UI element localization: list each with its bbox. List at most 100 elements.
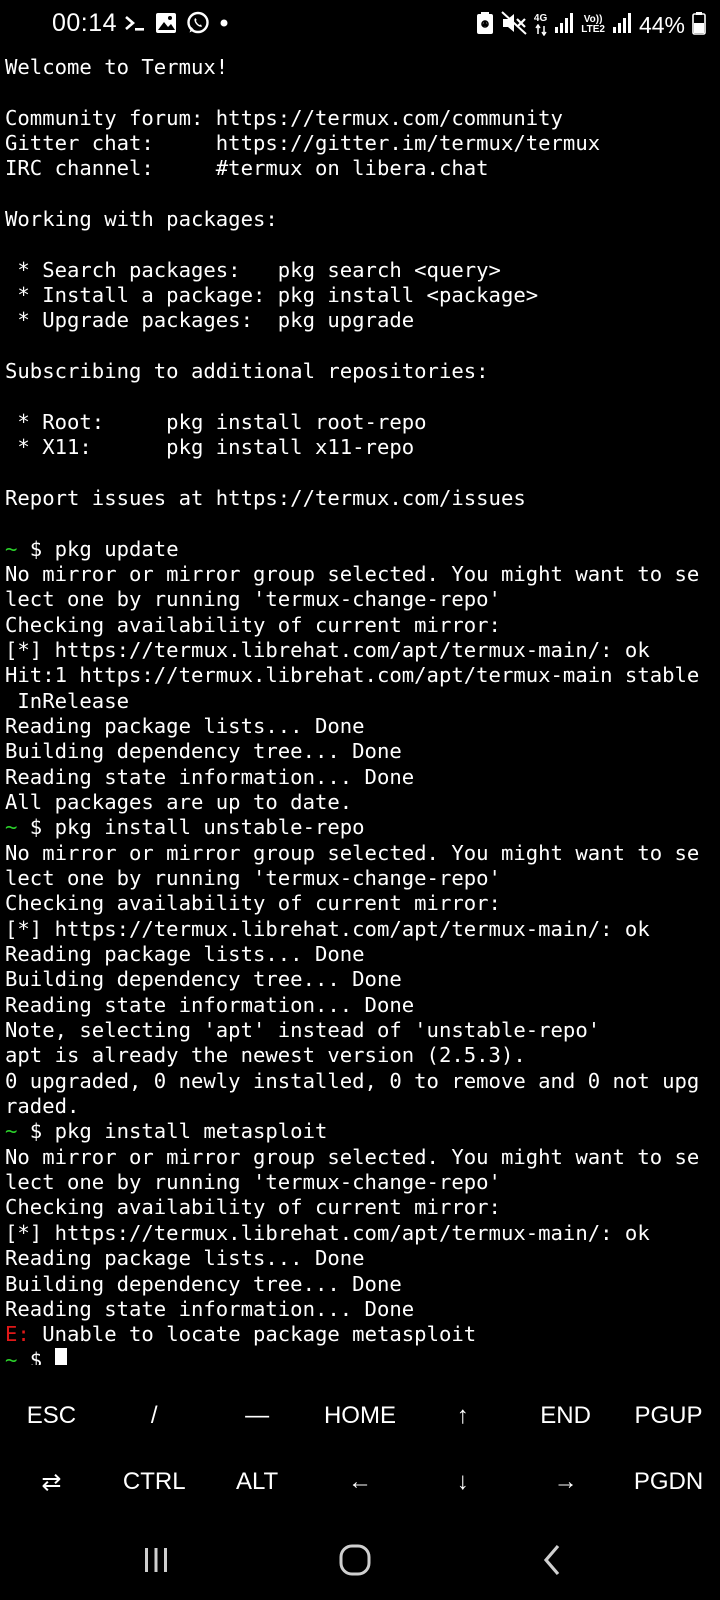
- home-icon[interactable]: [325, 1538, 385, 1582]
- back-icon[interactable]: [522, 1538, 582, 1582]
- recents-icon[interactable]: [126, 1538, 186, 1582]
- terminal-line: E: Unable to locate package metasploit: [5, 1322, 717, 1347]
- esc-key[interactable]: ESC: [0, 1383, 103, 1449]
- error-prefix: E:: [5, 1322, 30, 1347]
- terminal-line: 0 upgraded, 0 newly installed, 0 to remo…: [5, 1069, 717, 1094]
- terminal-line: Report issues at https://termux.com/issu…: [5, 486, 717, 511]
- terminal-line-text: lect one by running 'termux-change-repo': [5, 866, 501, 890]
- terminal-line-text: IRC channel: #termux on libera.chat: [5, 156, 489, 181]
- prompt-tilde: ~: [5, 536, 18, 561]
- terminal-line: Reading package lists... Done: [5, 942, 717, 967]
- terminal-line: * Root: pkg install root-repo: [5, 410, 717, 435]
- pgdn-key[interactable]: PGDN: [617, 1449, 720, 1515]
- battery-saver-icon: [476, 11, 494, 40]
- terminal-line-text: Community forum: https://termux.com/comm…: [5, 105, 563, 130]
- prompt-tilde: ~: [5, 1119, 18, 1144]
- terminal-line-text: Checking availability of current mirror:: [5, 891, 501, 916]
- terminal-line-text: Reading state information... Done: [5, 992, 415, 1017]
- dash-key[interactable]: —: [206, 1383, 309, 1449]
- terminal-line-text: Report issues at https://termux.com/issu…: [5, 485, 526, 510]
- terminal-line-text: Reading package lists... Done: [5, 942, 365, 967]
- ctrl-key[interactable]: CTRL: [103, 1449, 206, 1515]
- terminal-line-text: Note, selecting 'apt' instead of 'unstab…: [5, 1018, 601, 1043]
- terminal-line-text: Reading package lists... Done: [5, 1246, 365, 1271]
- terminal-line: Checking availability of current mirror:: [5, 1195, 717, 1220]
- pgup-key[interactable]: PGUP: [617, 1383, 720, 1449]
- terminal-line: raded.: [5, 1094, 717, 1119]
- system-status-icons: 4G Vo)) LTE2 44%: [476, 10, 706, 40]
- terminal-line-text: lect one by running 'termux-change-repo': [5, 1170, 501, 1195]
- terminal-line: apt is already the newest version (2.5.3…: [5, 1043, 717, 1068]
- terminal-line-text: Gitter chat: https://gitter.im/termux/te…: [5, 131, 601, 156]
- tab-key[interactable]: ⇄: [0, 1449, 103, 1515]
- terminal-line: Checking availability of current mirror:: [5, 891, 717, 916]
- terminal-line-text: Welcome to Termux!: [5, 55, 229, 79]
- terminal-line: Working with packages:: [5, 207, 717, 232]
- terminal-line-text: apt is already the newest version (2.5.3…: [5, 1043, 526, 1068]
- left-arrow-key[interactable]: ←: [309, 1449, 412, 1515]
- end-key[interactable]: END: [514, 1383, 617, 1449]
- terminal-line: Reading state information... Done: [5, 1297, 717, 1322]
- terminal-line: All packages are up to date.: [5, 790, 717, 815]
- terminal-line-text: [*] https://termux.librehat.com/apt/term…: [5, 637, 650, 662]
- status-time: 00:14: [52, 9, 118, 37]
- terminal-line: Reading state information... Done: [5, 993, 717, 1018]
- extra-keys-row-2: ⇄ CTRL ALT ← ↓ → PGDN: [0, 1449, 720, 1515]
- notification-icons: [124, 11, 229, 39]
- terminal-line-text: No mirror or mirror group selected. You …: [5, 561, 700, 586]
- terminal-line-text: No mirror or mirror group selected. You …: [5, 1144, 700, 1169]
- up-arrow-key[interactable]: ↑: [411, 1383, 514, 1449]
- terminal-line: lect one by running 'termux-change-repo': [5, 587, 717, 612]
- terminal-line: Reading package lists... Done: [5, 1246, 717, 1271]
- terminal-line-text: Checking availability of current mirror:: [5, 612, 501, 637]
- terminal-prompt-icon: [124, 12, 146, 39]
- terminal-line-text: All packages are up to date.: [5, 789, 353, 814]
- prompt-tilde: ~: [5, 1347, 18, 1365]
- terminal-line-text: InRelease: [5, 688, 129, 713]
- terminal-line-text: $ pkg install unstable-repo: [17, 815, 365, 840]
- terminal-line-text: [*] https://termux.librehat.com/apt/term…: [5, 916, 650, 941]
- terminal-line-text: * Root: pkg install root-repo: [5, 409, 427, 434]
- navigation-bar: [0, 1520, 720, 1600]
- terminal-line: * Search packages: pkg search <query>: [5, 258, 717, 283]
- terminal-line: Reading package lists... Done: [5, 714, 717, 739]
- image-icon: [155, 12, 177, 39]
- terminal-line-text: Subscribing to additional repositories:: [5, 359, 489, 384]
- terminal-line-text: Building dependency tree... Done: [5, 967, 402, 992]
- alt-key[interactable]: ALT: [206, 1449, 309, 1515]
- terminal-line: Building dependency tree... Done: [5, 967, 717, 992]
- battery-percent: 44%: [638, 11, 685, 38]
- terminal-line: Building dependency tree... Done: [5, 1272, 717, 1297]
- mute-icon: [501, 10, 527, 40]
- down-arrow-key[interactable]: ↓: [411, 1449, 514, 1515]
- terminal-line-text: [*] https://termux.librehat.com/apt/term…: [5, 1220, 650, 1245]
- extra-keys-row-1: ESC / — HOME ↑ END PGUP: [0, 1383, 720, 1449]
- home-key[interactable]: HOME: [309, 1383, 412, 1449]
- terminal-output[interactable]: Welcome to Termux! Community forum: https…: [5, 55, 717, 1365]
- dot-icon: [219, 12, 229, 39]
- terminal-line: Checking availability of current mirror:: [5, 613, 717, 638]
- status-bar: 00:14 4G Vo)) LTE2 44%: [0, 0, 720, 50]
- terminal-line-text: Reading package lists... Done: [5, 713, 365, 738]
- terminal-line-text: $: [17, 1347, 55, 1365]
- terminal-line: Community forum: https://termux.com/comm…: [5, 106, 717, 131]
- terminal-cursor: [54, 1347, 67, 1365]
- terminal-line-text: Hit:1 https://termux.librehat.com/apt/te…: [5, 663, 700, 688]
- terminal-line: ~ $ pkg update: [5, 537, 717, 562]
- terminal-line-text: * Upgrade packages: pkg upgrade: [5, 308, 415, 333]
- terminal-line-text: lect one by running 'termux-change-repo': [5, 587, 501, 612]
- terminal-line-text: Working with packages:: [5, 207, 278, 232]
- slash-key[interactable]: /: [103, 1383, 206, 1449]
- terminal-line: Note, selecting 'apt' instead of 'unstab…: [5, 1018, 717, 1043]
- terminal-line: IRC channel: #termux on libera.chat: [5, 156, 717, 181]
- terminal-line-text: Building dependency tree... Done: [5, 1271, 402, 1296]
- terminal-line: [*] https://termux.librehat.com/apt/term…: [5, 917, 717, 942]
- terminal-line: No mirror or mirror group selected. You …: [5, 1145, 717, 1170]
- right-arrow-key[interactable]: →: [514, 1449, 617, 1515]
